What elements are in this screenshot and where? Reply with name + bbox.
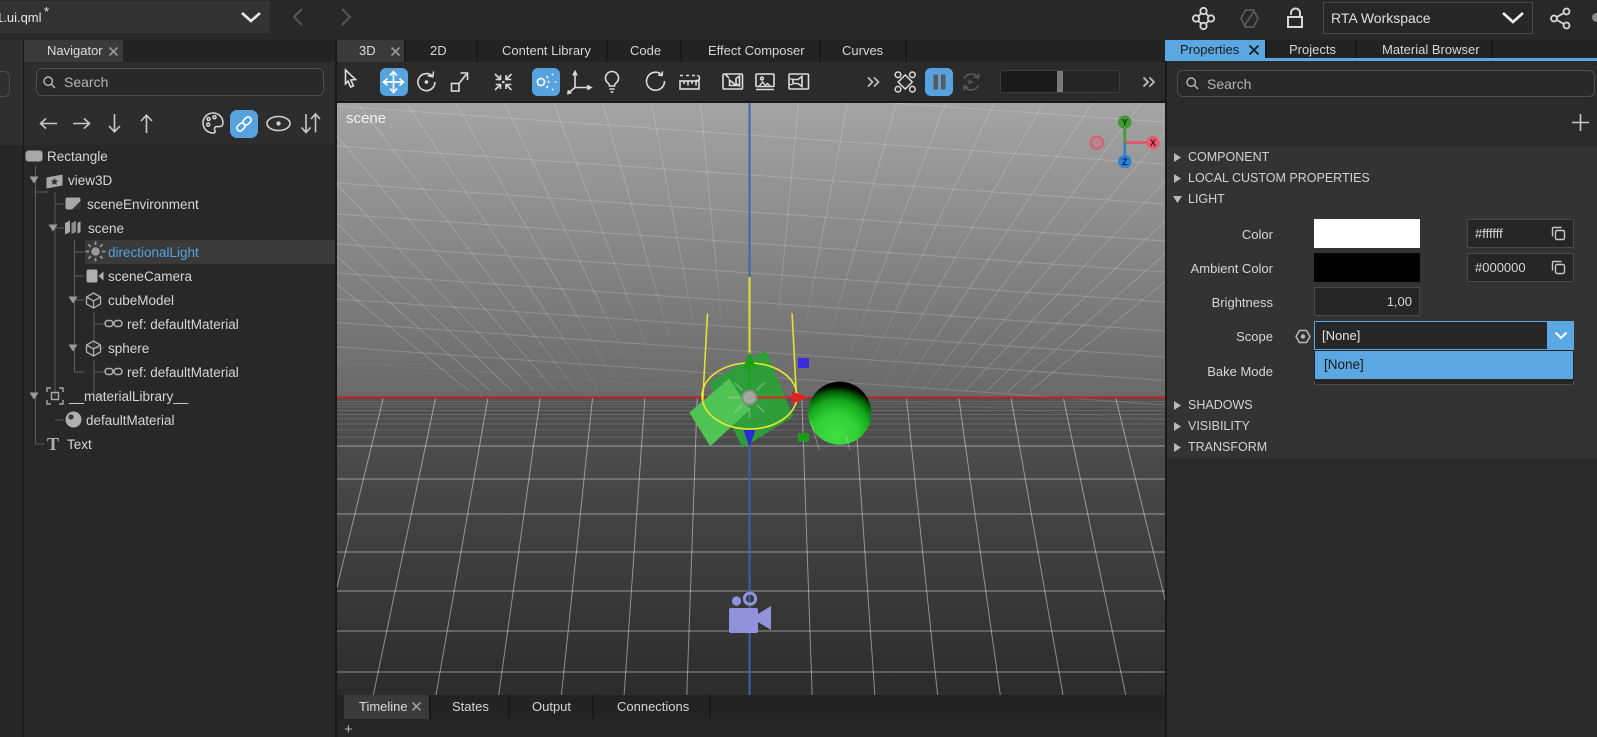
- svg-text:X: X: [1150, 138, 1156, 148]
- svg-text:scene: scene: [346, 110, 386, 127]
- svg-text:Z: Z: [1122, 157, 1128, 167]
- svg-text:Y: Y: [1122, 117, 1128, 127]
